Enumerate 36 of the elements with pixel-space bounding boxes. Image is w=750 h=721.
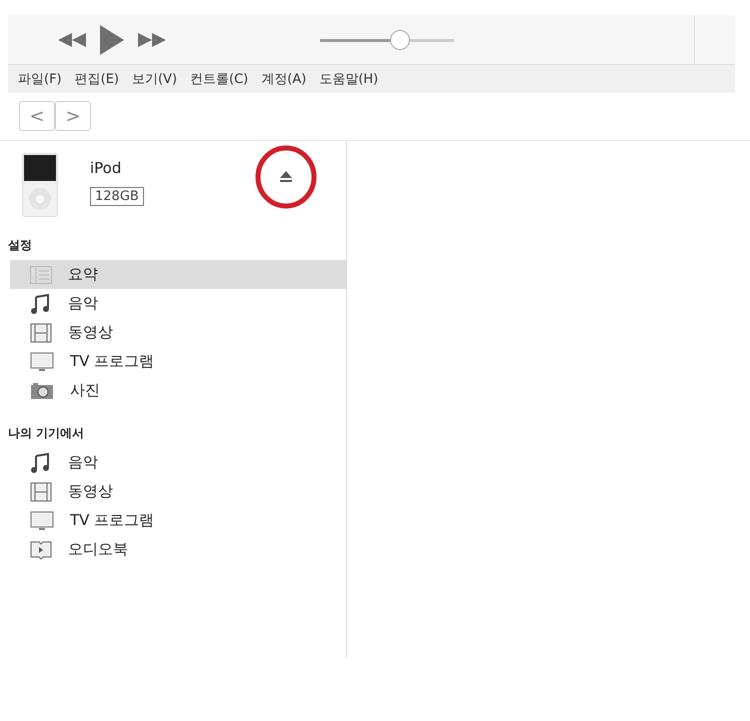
sidebar-item[interactable]: 사진	[10, 376, 346, 405]
menu-item[interactable]: 도움말(H)	[319, 70, 378, 88]
volume-slider[interactable]	[320, 30, 454, 50]
menu-item[interactable]: 파일(F)	[18, 70, 62, 88]
music-note-icon	[30, 294, 52, 314]
sidebar-item[interactable]: 음악	[10, 289, 346, 318]
sidebar-item[interactable]: 동영상	[10, 318, 346, 347]
menu-item[interactable]: 컨트롤(C)	[190, 70, 248, 88]
list-icon	[30, 266, 52, 284]
sidebar-item[interactable]: 오디오북	[10, 535, 346, 564]
tv-icon	[30, 352, 54, 372]
back-button[interactable]: <	[19, 101, 55, 131]
camera-icon	[30, 382, 54, 400]
section-heading: 나의 기기에서	[7, 425, 86, 442]
sidebar-item[interactable]: 요약	[10, 260, 346, 289]
sidebar-item[interactable]: TV 프로그램	[10, 506, 346, 535]
book-icon	[30, 540, 52, 560]
sidebar-item[interactable]: 음악	[10, 448, 346, 477]
rewind-icon[interactable]	[58, 32, 86, 46]
menu-item[interactable]: 계정(A)	[261, 70, 306, 88]
film-icon	[30, 322, 52, 342]
ipod-icon	[22, 153, 58, 217]
capacity-badge: 128GB	[90, 187, 144, 206]
eject-icon[interactable]	[280, 171, 292, 182]
forward-button[interactable]: >	[55, 101, 91, 131]
menu-item[interactable]: 편집(E)	[74, 70, 119, 88]
device-name: iPod	[90, 159, 122, 177]
play-icon[interactable]	[100, 24, 124, 54]
sidebar-item[interactable]: 동영상	[10, 477, 346, 506]
film-icon	[30, 482, 52, 502]
fast-forward-icon[interactable]	[138, 32, 166, 46]
tv-icon	[30, 510, 54, 530]
menu-item[interactable]: 보기(V)	[132, 70, 178, 88]
section-heading: 설정	[7, 237, 33, 254]
sidebar-item[interactable]: TV 프로그램	[10, 347, 346, 376]
music-note-icon	[30, 452, 52, 472]
